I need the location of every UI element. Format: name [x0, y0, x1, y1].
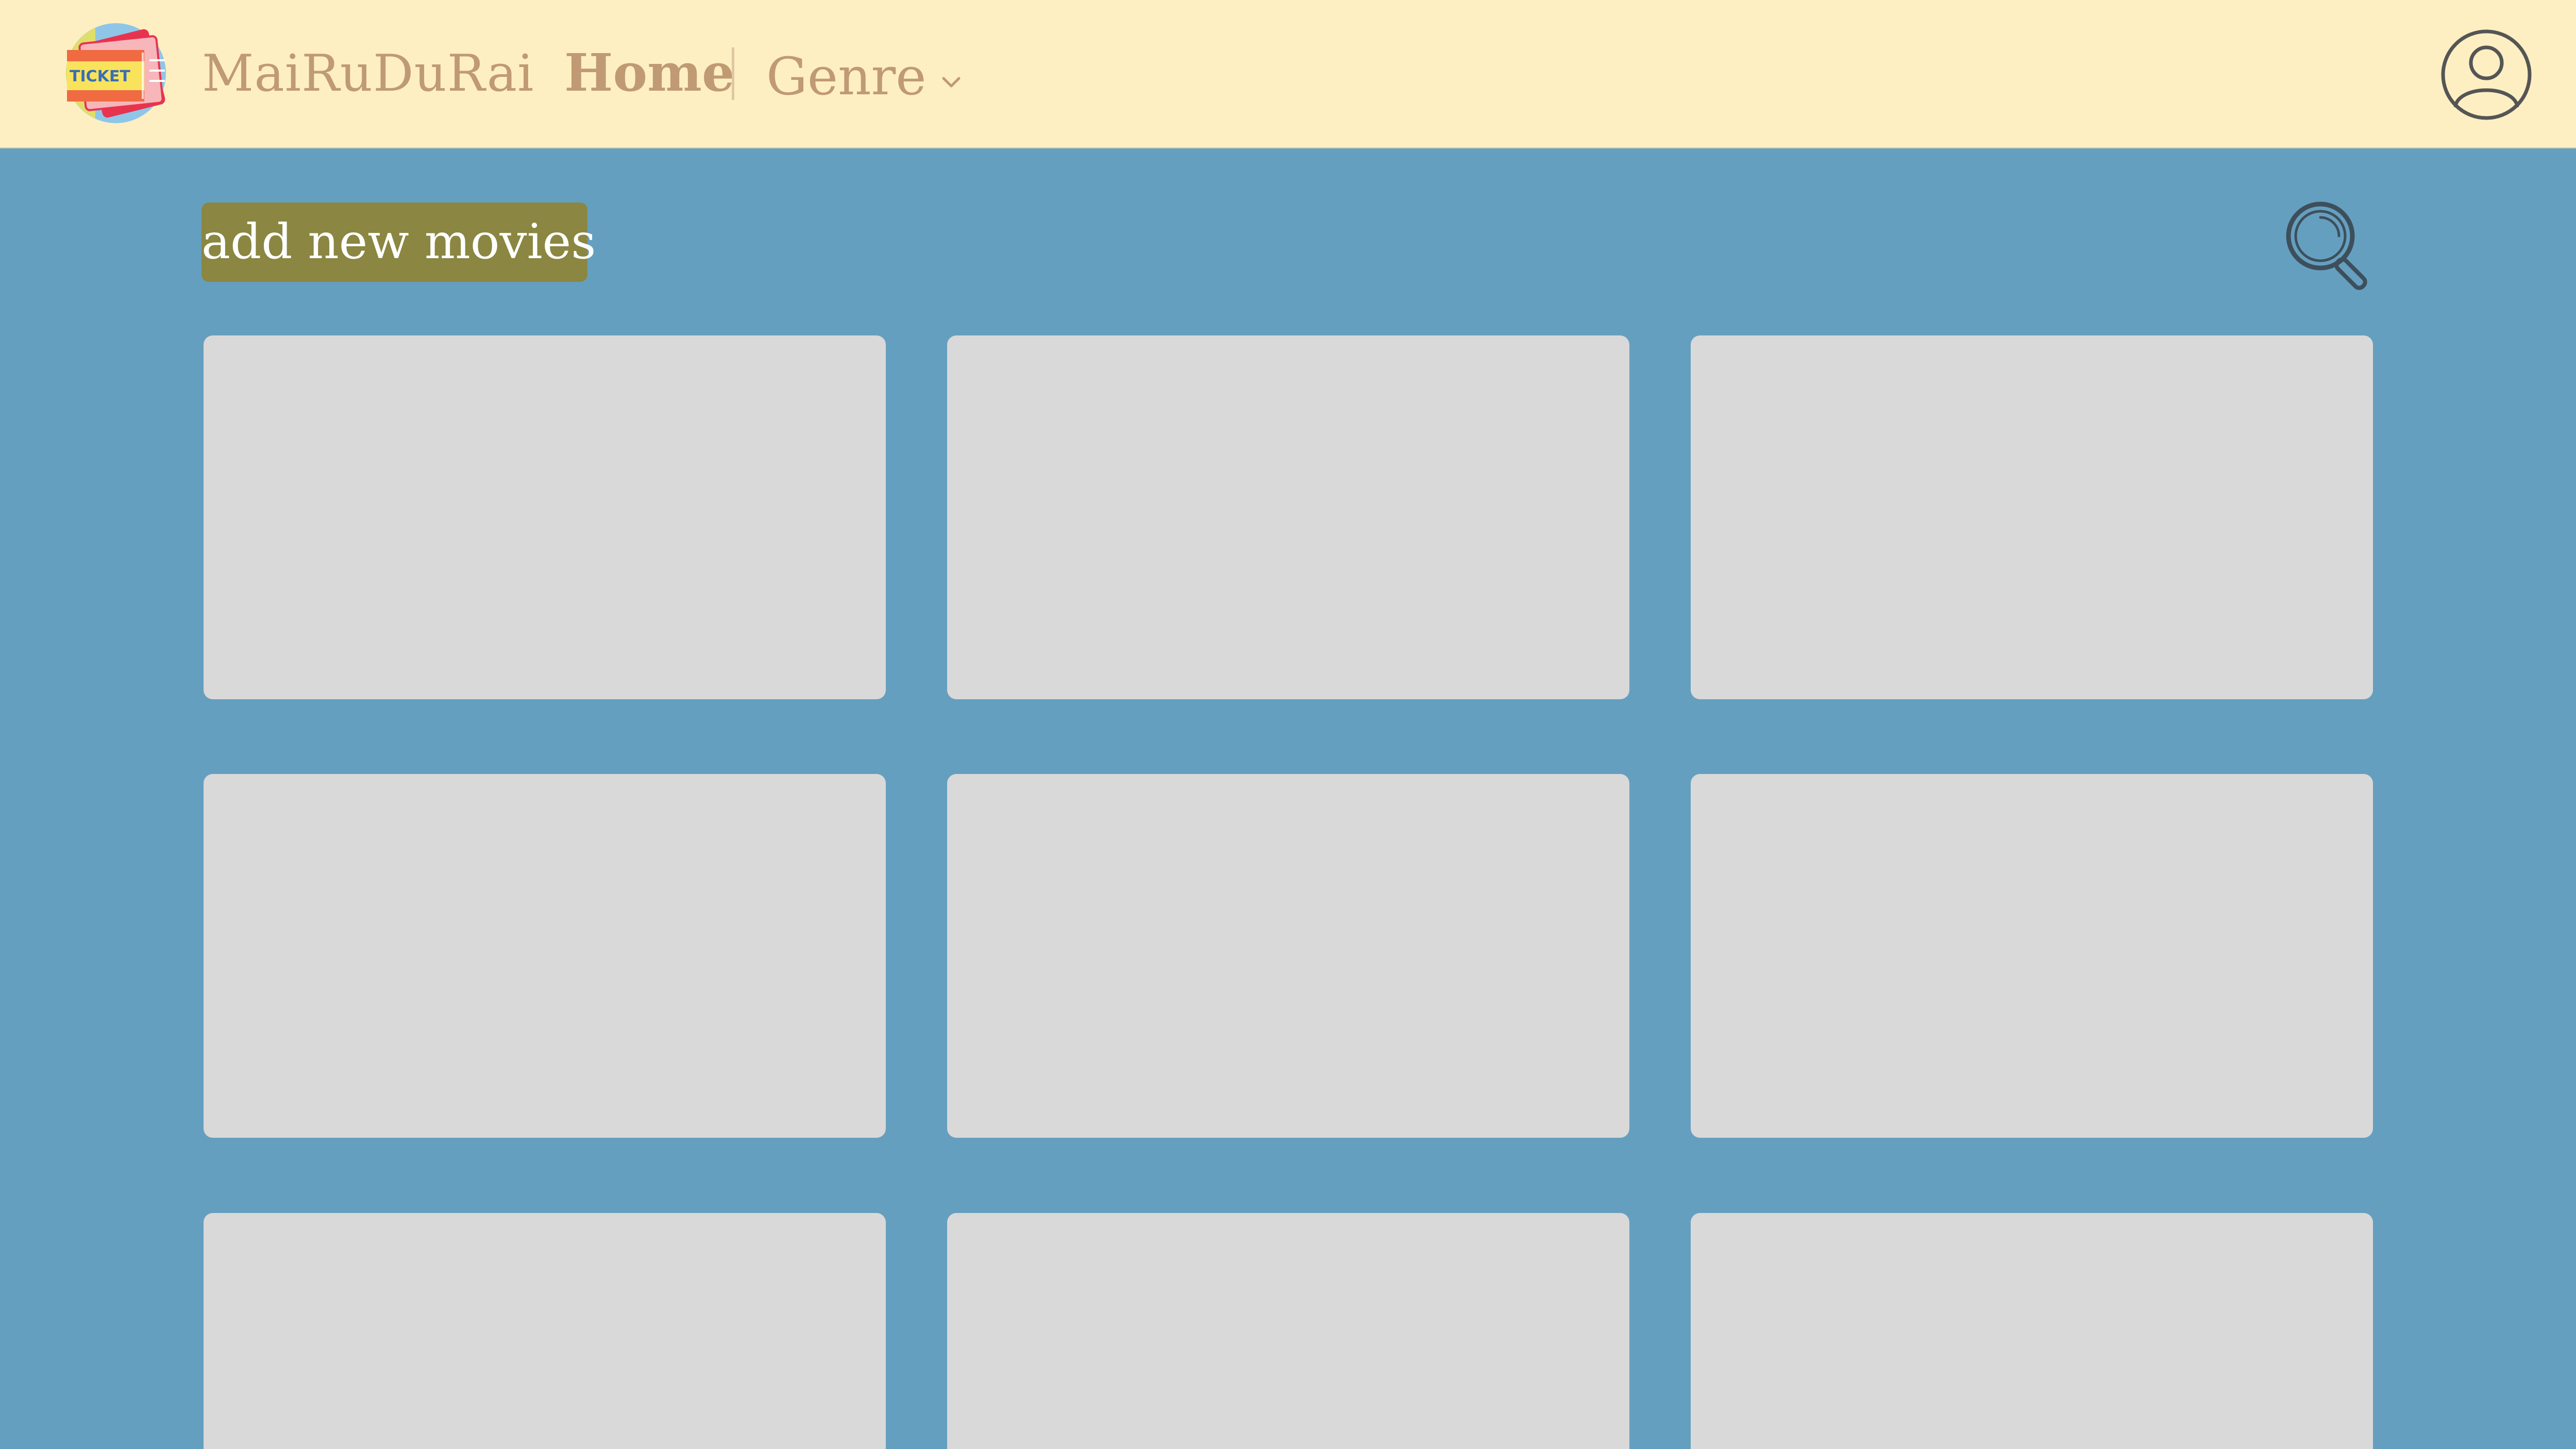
- nav-divider: [732, 47, 734, 100]
- movie-card-3[interactable]: [1691, 335, 2373, 699]
- movie-card-4[interactable]: [204, 774, 886, 1138]
- top-navbar: TICKET MaiRuDuRai Home Genre: [0, 0, 2576, 148]
- movie-card-5[interactable]: [947, 774, 1629, 1138]
- search-icon[interactable]: [2280, 196, 2378, 294]
- user-account-icon[interactable]: [2440, 28, 2533, 121]
- movie-card-8[interactable]: [947, 1213, 1629, 1449]
- movie-card-1[interactable]: [204, 335, 886, 699]
- logo-text: TICKET: [70, 68, 130, 86]
- movie-card-6[interactable]: [1691, 774, 2373, 1138]
- chevron-down-icon: [942, 77, 961, 88]
- nav-genre-dropdown[interactable]: Genre: [766, 40, 962, 112]
- ticket-logo-icon[interactable]: TICKET: [64, 22, 173, 125]
- movie-card-7[interactable]: [204, 1213, 886, 1449]
- movie-card-9[interactable]: [1691, 1213, 2373, 1449]
- nav-genre-label: Genre: [766, 46, 927, 107]
- nav-home-link[interactable]: Home: [564, 39, 735, 106]
- brand-name[interactable]: MaiRuDuRai: [202, 40, 534, 107]
- add-new-movies-button[interactable]: add new movies: [201, 203, 596, 282]
- movie-card-2[interactable]: [947, 335, 1629, 699]
